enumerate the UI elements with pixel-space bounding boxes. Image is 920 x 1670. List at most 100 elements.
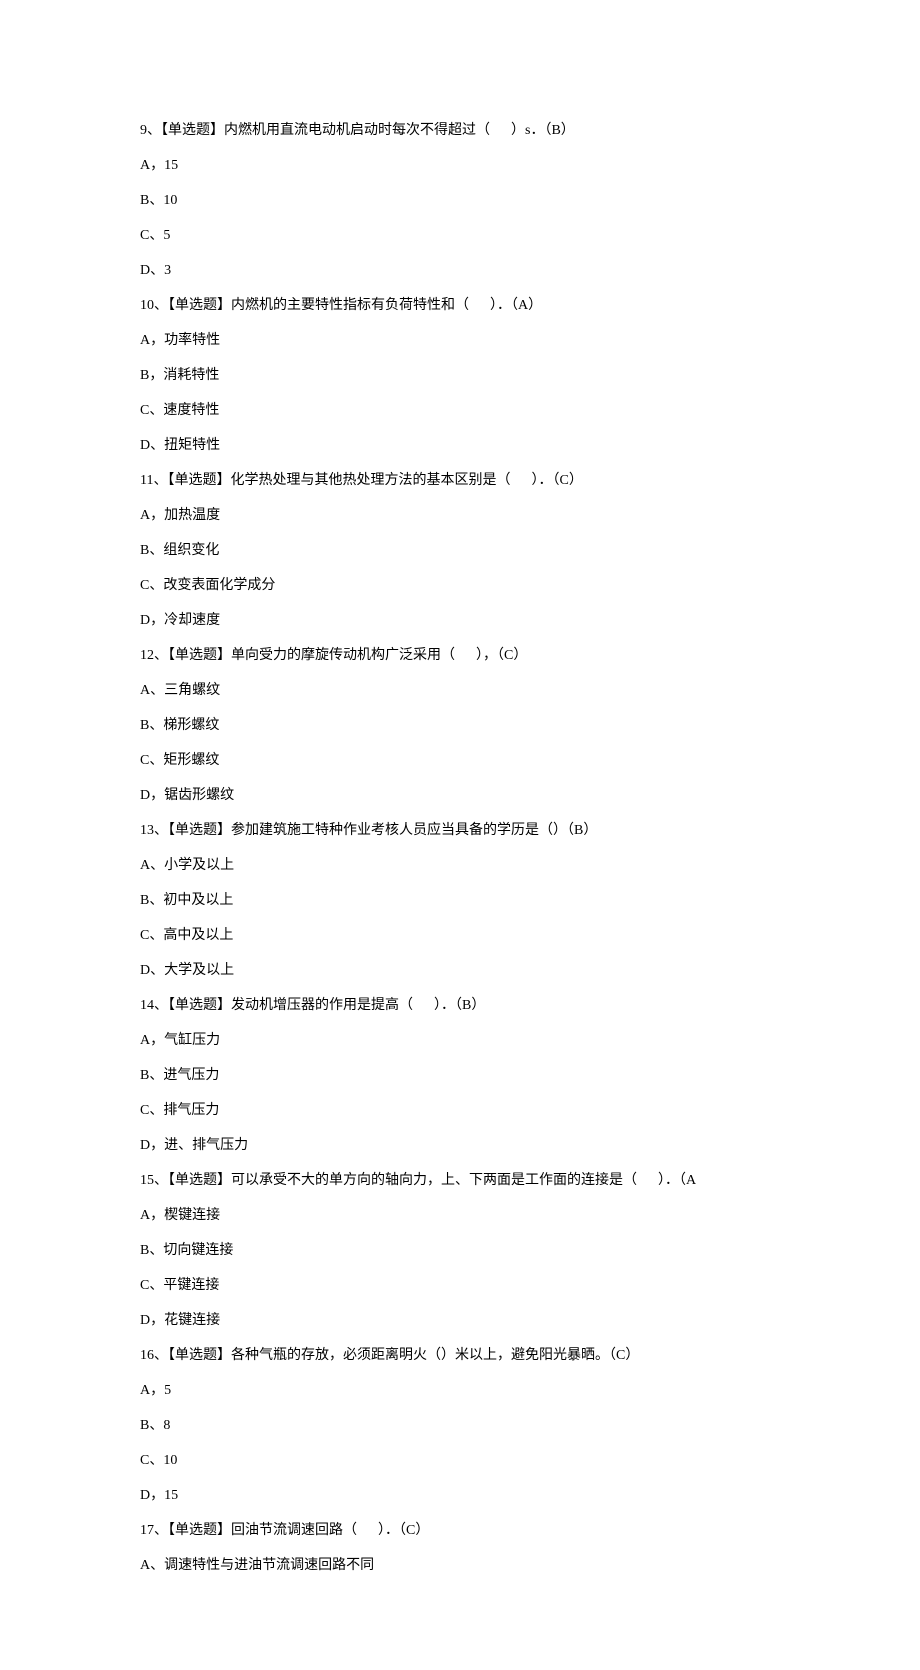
option-line: C、10 (140, 1450, 780, 1471)
option-letter: C (140, 228, 149, 243)
option-separator: ， (150, 613, 164, 628)
question-number: 17 (140, 1523, 154, 1538)
option-separator: 、 (149, 403, 163, 418)
option-letter: C (140, 753, 149, 768)
option-letter: B (140, 1418, 149, 1433)
blank-space (510, 470, 531, 491)
option-line: A，加热温度 (140, 505, 780, 526)
option-letter: D (140, 1488, 150, 1503)
question-stem: 15、【单选题】可以承受不大的单方向的轴向力，上、下两面是工作面的连接是（ ）．… (140, 1170, 780, 1191)
separator: 、 (154, 998, 168, 1013)
question-type: 【单选题】 (168, 998, 231, 1013)
blank-space (455, 645, 476, 666)
option-letter: C (140, 928, 149, 943)
option-line: A、调速特性与进油节流调速回路不同 (140, 1555, 780, 1576)
option-text: 楔键连接 (164, 1208, 220, 1223)
option-letter: A (140, 333, 150, 348)
separator: 、 (153, 473, 167, 488)
option-letter: B (140, 543, 149, 558)
option-separator: 、 (150, 263, 164, 278)
separator: 、 (154, 1348, 168, 1363)
question-type: 【单选题】 (167, 473, 230, 488)
option-line: B、10 (140, 190, 780, 211)
option-separator: ， (150, 788, 164, 803)
question-text-before: 可以承受不大的单方向的轴向力，上、下两面是工作面的连接是（ (231, 1173, 637, 1188)
option-letter: B (140, 1068, 149, 1083)
blank-space (357, 1520, 378, 1541)
option-letter: A (140, 683, 150, 698)
option-line: B、进气压力 (140, 1065, 780, 1086)
option-separator: ， (150, 508, 164, 523)
option-line: A，5 (140, 1380, 780, 1401)
option-text: 改变表面化学成分 (163, 578, 275, 593)
option-text: 三角螺纹 (164, 683, 220, 698)
question-text-before: 各种气瓶的存放，必须距离明火（）米以上，避免阳光暴晒。 (231, 1348, 609, 1363)
option-letter: C (140, 1278, 149, 1293)
blank-space (637, 1170, 658, 1191)
option-separator: 、 (149, 193, 163, 208)
separator: 、 (154, 1523, 168, 1538)
question-text-after: ）．（B） (434, 998, 485, 1013)
option-text: 气缸压力 (164, 1033, 220, 1048)
question-text-after: （B） (567, 823, 597, 838)
separator: 、 (154, 648, 168, 663)
option-text: 小学及以上 (164, 858, 234, 873)
option-text: 调速特性与进油节流调速回路不同 (164, 1558, 374, 1573)
blank-space (469, 295, 490, 316)
option-text: 加热温度 (164, 508, 220, 523)
option-letter: D (140, 1313, 150, 1328)
option-line: C、矩形螺纹 (140, 750, 780, 771)
option-text: 5 (164, 1383, 171, 1398)
question-number: 9 (140, 123, 147, 138)
option-letter: B (140, 368, 149, 383)
option-separator: 、 (149, 1068, 163, 1083)
question-type: 【单选题】 (168, 648, 231, 663)
question-type: 【单选题】 (168, 1173, 231, 1188)
option-line: D、3 (140, 260, 780, 281)
option-line: D，锯齿形螺纹 (140, 785, 780, 806)
option-separator: ， (149, 368, 163, 383)
question-text-after: ），（C） (476, 648, 527, 663)
option-line: C、改变表面化学成分 (140, 575, 780, 596)
option-separator: 、 (150, 963, 164, 978)
question-number: 13 (140, 823, 154, 838)
question-type: 【单选题】 (168, 1348, 231, 1363)
question-stem: 11、【单选题】化学热处理与其他热处理方法的基本区别是（ ）．（C） (140, 470, 780, 491)
question-text-before: 内燃机用直流电动机启动时每次不得超过（ (224, 123, 490, 138)
option-letter: A (140, 508, 150, 523)
option-text: 3 (164, 263, 171, 278)
option-separator: ， (150, 1383, 164, 1398)
option-separator: ， (150, 1033, 164, 1048)
option-text: 功率特性 (164, 333, 220, 348)
blank-space (413, 995, 434, 1016)
option-letter: A (140, 1033, 150, 1048)
option-line: A、三角螺纹 (140, 680, 780, 701)
option-text: 矩形螺纹 (163, 753, 219, 768)
option-separator: 、 (150, 683, 164, 698)
option-letter: D (140, 788, 150, 803)
option-line: A，楔键连接 (140, 1205, 780, 1226)
option-text: 冷却速度 (164, 613, 220, 628)
question-stem: 10、【单选题】内燃机的主要特性指标有负荷特性和（ ）．（A） (140, 295, 780, 316)
option-text: 8 (163, 1418, 170, 1433)
option-line: D，花键连接 (140, 1310, 780, 1331)
option-separator: 、 (150, 438, 164, 453)
separator: 、 (154, 1173, 168, 1188)
separator: 、 (154, 823, 168, 838)
question-number: 16 (140, 1348, 154, 1363)
option-text: 排气压力 (163, 1103, 219, 1118)
option-line: D，冷却速度 (140, 610, 780, 631)
question-text-after: ）．（A） (490, 298, 542, 313)
option-text: 10 (163, 193, 177, 208)
question-text-after: ）．（A (658, 1173, 696, 1188)
question-text-before: 内燃机的主要特性指标有负荷特性和（ (231, 298, 469, 313)
option-line: D、扭矩特性 (140, 435, 780, 456)
option-text: 切向键连接 (163, 1243, 233, 1258)
option-letter: A (140, 858, 150, 873)
question-stem: 13、【单选题】参加建筑施工特种作业考核人员应当具备的学历是（）（B） (140, 820, 780, 841)
option-separator: 、 (149, 718, 163, 733)
question-text-after: ）．（C） (378, 1523, 429, 1538)
option-letter: B (140, 893, 149, 908)
option-separator: 、 (149, 1418, 163, 1433)
option-separator: ， (150, 1208, 164, 1223)
